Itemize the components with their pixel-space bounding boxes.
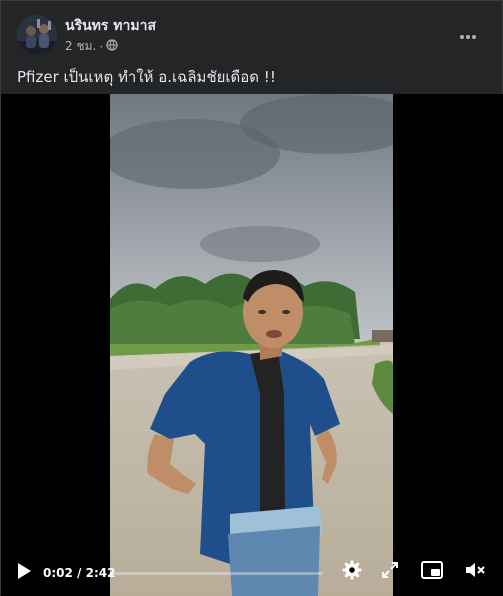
post-time[interactable]: 2 ชม. [65,37,96,56]
more-options-button[interactable] [451,17,485,51]
video-player[interactable]: 0:02 / 2:42 [1,94,503,596]
post-caption: Pfizer เป็นเหตุ ทำให้ อ.เฉลิมชัยเดือด !! [17,68,276,86]
post-header: นรินทร ทามาส 2 ชม. · [1,1,503,61]
play-icon [16,562,32,584]
volume-icon [464,561,486,583]
fullscreen-button[interactable] [379,561,401,583]
volume-button[interactable] [463,561,487,583]
picture-in-picture-icon [421,561,443,583]
current-time: 0:02 [43,566,73,580]
avatar[interactable] [17,15,57,55]
meta-separator: · [99,39,104,54]
video-time: 0:02 / 2:42 [43,566,115,580]
video-controls: 0:02 / 2:42 [1,554,503,594]
settings-button[interactable] [341,560,363,584]
more-horizontal-icon [459,25,477,44]
author-name[interactable]: นรินทร ทามาส [65,15,156,37]
progress-fill [110,572,113,575]
post-meta: 2 ชม. · [65,37,118,56]
video-frame[interactable] [100,94,420,596]
progress-bar[interactable] [110,572,323,575]
post-card: นรินทร ทามาส 2 ชม. · Pfizer เป็นเหตุ ทำใ… [0,0,503,596]
time-separator: / [72,566,86,580]
play-button[interactable] [13,562,35,584]
globe-icon [106,39,118,54]
pip-button[interactable] [420,561,444,583]
gear-icon [342,560,362,584]
expand-icon [381,561,399,583]
